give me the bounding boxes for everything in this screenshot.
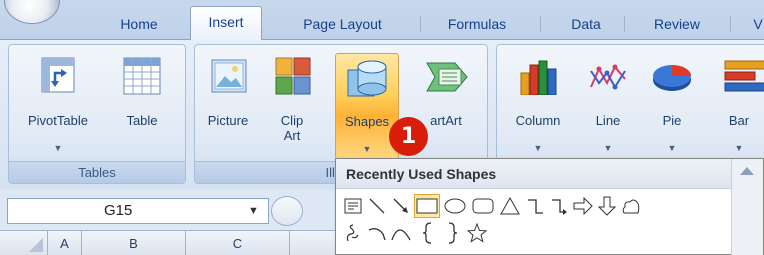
picture-label: Picture: [207, 113, 249, 128]
column-chart-button[interactable]: Column ▼: [501, 53, 575, 159]
line-icon[interactable]: [366, 194, 388, 218]
chevron-down-icon: ▼: [533, 143, 543, 153]
right-arrow-icon[interactable]: [572, 194, 594, 218]
pivot-table-icon: [41, 57, 75, 93]
shape-row: [342, 194, 732, 220]
scroll-up-icon[interactable]: [740, 167, 754, 175]
rounded-rectangle-icon[interactable]: [470, 194, 496, 218]
tab-separator: [624, 16, 625, 32]
column-chart-label: Column: [515, 113, 561, 128]
table-icon: [123, 57, 161, 95]
curve-icon[interactable]: [390, 221, 412, 245]
tab-separator: [420, 16, 421, 32]
line-chart-button[interactable]: Line ▼: [579, 53, 637, 159]
step-number-badge: 1: [389, 117, 428, 156]
picture-icon: [211, 59, 247, 93]
clip-art-icon: [275, 57, 311, 95]
tab-page-layout[interactable]: Page Layout: [285, 10, 400, 40]
shape-row: [342, 221, 732, 247]
arc-icon[interactable]: [366, 221, 388, 245]
tab-home[interactable]: Home: [104, 10, 174, 40]
pivottable-button[interactable]: PivotTable ▼: [13, 53, 103, 159]
smartart-icon: [426, 62, 468, 92]
line-chart-icon: [590, 64, 626, 90]
chevron-down-icon: ▼: [734, 143, 744, 153]
bar-chart-icon: [724, 60, 764, 92]
rectangle-icon[interactable]: [414, 194, 440, 218]
column-header-b[interactable]: B: [82, 231, 186, 255]
gallery-section-header: Recently Used Shapes: [336, 159, 731, 189]
down-arrow-icon[interactable]: [596, 194, 618, 218]
pie-chart-label: Pie: [662, 113, 682, 128]
tab-insert[interactable]: Insert: [190, 6, 262, 41]
table-label: Table: [126, 113, 158, 128]
left-brace-icon[interactable]: [416, 221, 438, 245]
gallery-scrollbar[interactable]: [731, 159, 763, 255]
chevron-down-icon: ▼: [53, 143, 63, 153]
chevron-down-icon: ▼: [667, 143, 677, 153]
ribbon-tab-bar: Home Insert Page Layout Formulas Data Re…: [0, 0, 764, 41]
chevron-down-icon: ▼: [362, 144, 372, 154]
line-chart-label: Line: [595, 113, 621, 128]
pivottable-label: PivotTable: [28, 113, 88, 128]
table-button[interactable]: Table: [105, 53, 179, 159]
name-box-value: G15: [104, 202, 133, 219]
shapes-icon: [347, 60, 387, 97]
text-box-icon[interactable]: [342, 194, 364, 218]
tab-view[interactable]: V: [748, 10, 764, 40]
select-all-corner[interactable]: [0, 231, 48, 255]
freeform-scribble-icon[interactable]: [342, 221, 364, 245]
group-label-tables: Tables: [9, 161, 185, 183]
shapes-label: Shapes: [344, 114, 390, 129]
elbow-connector-icon[interactable]: [524, 194, 546, 218]
arrow-line-icon[interactable]: [390, 194, 412, 218]
triangle-icon[interactable]: [498, 194, 522, 218]
cloud-shape-icon[interactable]: [620, 194, 642, 218]
column-chart-icon: [520, 60, 557, 95]
tab-data[interactable]: Data: [556, 10, 616, 40]
picture-button[interactable]: Picture: [199, 53, 257, 159]
tab-separator: [540, 16, 541, 32]
bar-chart-button[interactable]: Bar ▼: [709, 53, 764, 159]
tab-formulas[interactable]: Formulas: [432, 10, 522, 40]
oval-icon[interactable]: [442, 194, 468, 218]
tab-separator: [730, 16, 731, 32]
formula-bar-button[interactable]: [271, 196, 303, 226]
column-header-c[interactable]: C: [186, 231, 290, 255]
office-button[interactable]: [4, 0, 60, 24]
right-brace-icon[interactable]: [442, 221, 464, 245]
name-box[interactable]: G15 ▼: [7, 198, 269, 224]
bar-chart-label: Bar: [728, 113, 750, 128]
pie-chart-icon: [653, 65, 691, 91]
pie-chart-button[interactable]: Pie ▼: [643, 53, 701, 159]
elbow-arrow-connector-icon[interactable]: [548, 194, 570, 218]
star-icon[interactable]: [466, 221, 488, 245]
chevron-down-icon: ▼: [603, 143, 613, 153]
column-header-a[interactable]: A: [48, 231, 82, 255]
chevron-down-icon[interactable]: ▼: [248, 199, 259, 223]
shapes-gallery: Recently Used Shapes: [335, 158, 764, 255]
clip-art-button[interactable]: Clip Art: [263, 53, 321, 159]
group-tables: PivotTable ▼ Table Tables: [8, 44, 186, 184]
tab-review[interactable]: Review: [640, 10, 714, 40]
clip-art-label: Clip Art: [280, 113, 304, 143]
